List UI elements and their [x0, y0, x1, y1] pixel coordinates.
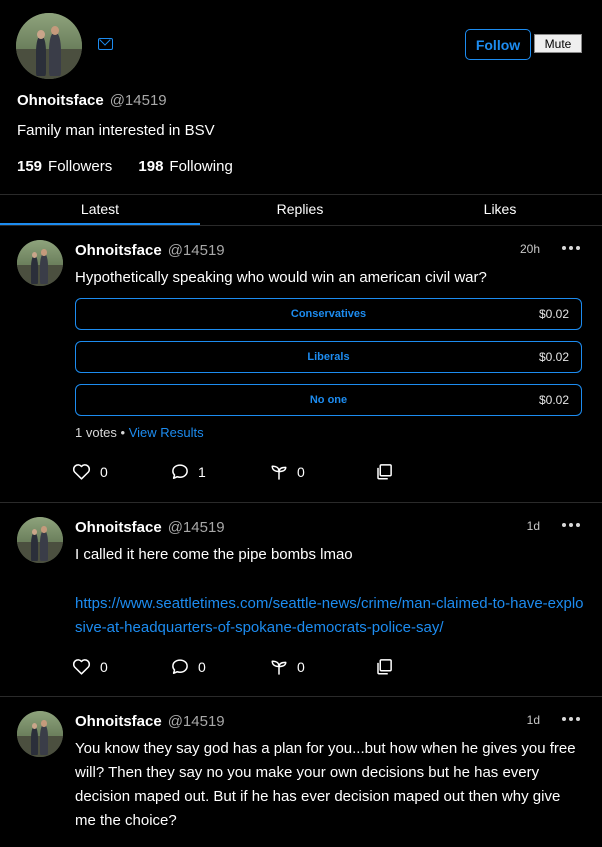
profile-bio: Family man interested in BSV: [17, 122, 215, 139]
poll-separator: •: [120, 425, 126, 440]
copy-icon: [377, 464, 392, 480]
post-author-handle: @14519: [167, 713, 225, 730]
post-text: Hypothetically speaking who would win an…: [75, 269, 487, 286]
following-label: Following: [169, 158, 233, 175]
heart-icon: [72, 464, 91, 480]
post-author-name: Ohnoitsface: [75, 713, 162, 730]
post-author-name: Ohnoitsface: [75, 242, 162, 259]
tip-count: 0: [297, 658, 305, 675]
profile-stats: 159 Followers 198 Following: [17, 158, 255, 175]
following-link[interactable]: 198 Following: [138, 158, 232, 175]
tab-likes[interactable]: Likes: [400, 195, 600, 223]
mute-button[interactable]: Mute: [534, 34, 582, 53]
comment-icon: [172, 464, 188, 479]
post-actions: 0 1 0: [72, 463, 402, 485]
post-author-name: Ohnoitsface: [75, 519, 162, 536]
post-avatar[interactable]: [17, 517, 63, 563]
post-item[interactable]: Ohnoitsface @14519 1d You know they say g…: [0, 697, 602, 847]
poll-option-liberals[interactable]: Liberals $0.02: [75, 341, 582, 373]
reply-button[interactable]: 1: [171, 463, 206, 480]
post-avatar[interactable]: [17, 711, 63, 757]
post-author[interactable]: Ohnoitsface @14519: [75, 713, 225, 730]
poll-option-conservatives[interactable]: Conservatives $0.02: [75, 298, 582, 330]
post-item[interactable]: Ohnoitsface @14519 20h Hypothetically spe…: [0, 226, 602, 503]
more-options-icon[interactable]: [562, 521, 580, 529]
heart-icon: [72, 659, 91, 675]
sprout-icon: [271, 660, 287, 675]
more-options-icon[interactable]: [562, 244, 580, 252]
followers-link[interactable]: 159 Followers: [17, 158, 112, 175]
profile-name: Ohnoitsface @14519: [17, 92, 167, 109]
following-count: 198: [138, 158, 164, 175]
like-button[interactable]: 0: [72, 658, 108, 675]
copy-icon: [377, 659, 392, 675]
poll-option-price: $0.02: [538, 393, 569, 407]
post-item[interactable]: Ohnoitsface @14519 1d I called it here co…: [0, 503, 602, 697]
view-results-link[interactable]: View Results: [129, 425, 204, 440]
poll-option-label: Liberals: [307, 351, 350, 363]
reply-count: 1: [198, 463, 206, 480]
profile-display-name: Ohnoitsface: [17, 92, 104, 109]
post-timestamp: 1d: [526, 713, 540, 727]
tip-button[interactable]: 0: [270, 463, 305, 480]
more-options-icon[interactable]: [562, 715, 580, 723]
poll-vote-count: 1 votes: [75, 425, 117, 440]
post-text: You know they say god has a plan for you…: [75, 740, 576, 829]
message-icon[interactable]: [98, 38, 113, 50]
tip-button[interactable]: 0: [270, 658, 305, 675]
follow-button[interactable]: Follow: [465, 29, 531, 60]
followers-label: Followers: [48, 158, 113, 175]
post-avatar[interactable]: [17, 240, 63, 286]
poll-votes: 1 votes • View Results: [75, 425, 204, 440]
post-author-handle: @14519: [167, 519, 225, 536]
like-count: 0: [100, 463, 108, 480]
sprout-icon: [271, 465, 287, 480]
reply-button[interactable]: 0: [171, 658, 206, 675]
like-button[interactable]: 0: [72, 463, 108, 480]
share-button[interactable]: [375, 658, 393, 676]
post-text: I called it here come the pipe bombs lma…: [75, 546, 353, 563]
poll-option-label: Conservatives: [290, 308, 367, 320]
post-timestamp: 1d: [526, 519, 540, 533]
tip-count: 0: [297, 463, 305, 480]
poll-option-label: No one: [309, 394, 348, 406]
post-actions: 0 0 0: [72, 658, 402, 680]
profile-tabs: Latest Replies Likes: [0, 195, 602, 226]
poll-option-no-one[interactable]: No one $0.02: [75, 384, 582, 416]
poll-option-price: $0.02: [538, 307, 569, 321]
share-button[interactable]: [375, 463, 393, 481]
post-link[interactable]: https://www.seattletimes.com/seattle-new…: [75, 592, 585, 640]
reply-count: 0: [198, 658, 206, 675]
profile-header: Follow Mute Ohnoitsface @14519 Family man…: [0, 0, 602, 195]
profile-handle: @14519: [109, 92, 167, 109]
like-count: 0: [100, 658, 108, 675]
followers-count: 159: [17, 158, 43, 175]
post-author[interactable]: Ohnoitsface @14519: [75, 519, 225, 536]
post-author[interactable]: Ohnoitsface @14519: [75, 242, 225, 259]
tab-latest[interactable]: Latest: [0, 195, 200, 225]
poll-option-price: $0.02: [538, 350, 569, 364]
post-timestamp: 20h: [519, 242, 540, 256]
post-author-handle: @14519: [167, 242, 225, 259]
comment-icon: [172, 659, 188, 674]
profile-avatar[interactable]: [16, 13, 82, 79]
tab-replies[interactable]: Replies: [200, 195, 400, 223]
